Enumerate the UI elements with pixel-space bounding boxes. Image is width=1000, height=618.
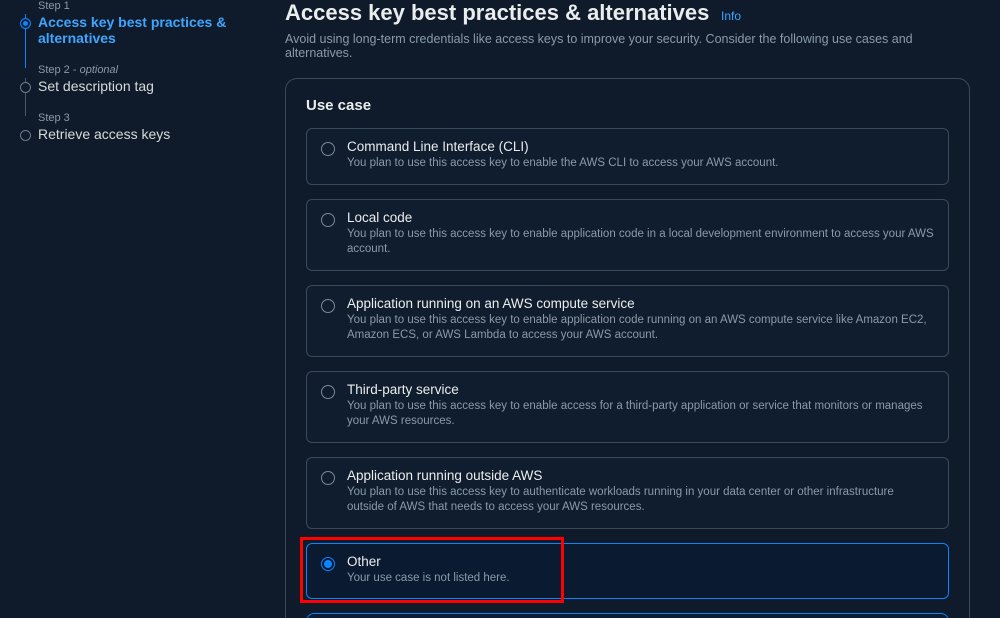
option-outside-aws[interactable]: Application running outside AWS You plan…: [306, 457, 949, 529]
step-3-label[interactable]: Retrieve access keys: [38, 126, 243, 142]
option-desc: You plan to use this access key to enabl…: [347, 227, 934, 258]
option-cli[interactable]: Command Line Interface (CLI) You plan to…: [306, 128, 949, 185]
use-case-panel: Use case Command Line Interface (CLI) Yo…: [285, 78, 970, 618]
radio-icon: [321, 557, 335, 571]
step-2-number: Step 2 -: [38, 64, 80, 76]
page-subtitle: Avoid using long-term credentials like a…: [285, 32, 970, 60]
step-marker-icon: [20, 130, 31, 141]
radio-icon: [321, 142, 335, 156]
radio-icon: [321, 213, 335, 227]
info-link[interactable]: Info: [721, 9, 741, 23]
option-title: Application running outside AWS: [347, 468, 934, 483]
step-2-optional: optional: [80, 64, 119, 76]
step-3[interactable]: Step 3 Retrieve access keys: [20, 112, 243, 160]
option-title: Local code: [347, 210, 934, 225]
page-title: Access key best practices & alternatives: [285, 0, 709, 25]
best-practices-notice: i It's okay to use an access key for thi…: [306, 613, 949, 618]
step-marker-icon: [20, 18, 31, 29]
step-2[interactable]: Step 2 - optional Set description tag: [20, 64, 243, 112]
step-1-number: Step 1: [38, 0, 70, 12]
step-marker-icon: [20, 82, 31, 93]
option-local-code[interactable]: Local code You plan to use this access k…: [306, 199, 949, 271]
radio-icon: [321, 299, 335, 313]
highlight-annotation: Other Your use case is not listed here.: [306, 543, 949, 600]
option-desc: Your use case is not listed here.: [347, 571, 934, 587]
main-content: Access key best practices & alternatives…: [255, 0, 1000, 618]
radio-icon: [321, 471, 335, 485]
option-desc: You plan to use this access key to enabl…: [347, 156, 934, 172]
step-2-label[interactable]: Set description tag: [38, 78, 243, 94]
radio-icon: [321, 385, 335, 399]
step-1-label[interactable]: Access key best practices & alternatives: [38, 14, 243, 46]
option-other[interactable]: Other Your use case is not listed here.: [306, 543, 949, 600]
page-header: Access key best practices & alternatives…: [285, 0, 970, 60]
option-desc: You plan to use this access key to enabl…: [347, 399, 934, 430]
step-3-number: Step 3: [38, 112, 70, 124]
option-title: Application running on an AWS compute se…: [347, 296, 934, 311]
option-desc: You plan to use this access key to authe…: [347, 485, 934, 516]
option-desc: You plan to use this access key to enabl…: [347, 313, 934, 344]
option-title: Third-party service: [347, 382, 934, 397]
option-title: Other: [347, 554, 934, 569]
wizard-steps: Step 1 Access key best practices & alter…: [0, 0, 255, 618]
option-third-party[interactable]: Third-party service You plan to use this…: [306, 371, 949, 443]
option-aws-compute[interactable]: Application running on an AWS compute se…: [306, 285, 949, 357]
option-title: Command Line Interface (CLI): [347, 139, 934, 154]
panel-title: Use case: [306, 97, 949, 114]
step-1[interactable]: Step 1 Access key best practices & alter…: [20, 0, 243, 64]
